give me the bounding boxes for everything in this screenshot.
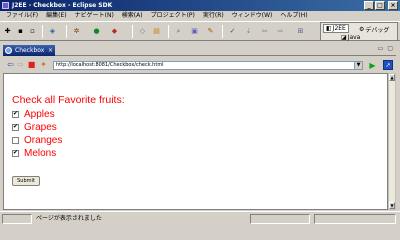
next-annotation-icon[interactable]: ⇣ (244, 27, 253, 36)
java-perspective-icon: ◪ (341, 34, 347, 41)
run-icon[interactable]: ● (92, 27, 101, 36)
status-cell-mid (250, 214, 310, 224)
refresh-icon[interactable]: ✦ (39, 60, 48, 69)
go-icon[interactable]: ▶ (368, 61, 377, 70)
checkbox-grapes[interactable] (12, 123, 19, 131)
checkbox-apples[interactable] (12, 110, 19, 118)
checkbox-melons[interactable] (12, 149, 19, 157)
debug-icon[interactable]: ✲ (72, 27, 81, 36)
perspective-debug[interactable]: ⚙ デバッグ (359, 25, 389, 34)
label-grapes: Grapes (24, 122, 57, 133)
page-heading: Check all Favorite fruits: (12, 94, 125, 106)
browser-nav-bar: ⇦ ⇨ ■ ✦ http://localhost:8081/Checkbox/c… (3, 57, 396, 73)
url-dropdown-icon[interactable]: ▼ (354, 62, 362, 69)
external-tools-icon[interactable]: ◆ (110, 27, 119, 36)
menubar: ファイル(F) 編集(E) ナビゲート(N) 検索(A) プロジェクト(P) 実… (0, 11, 400, 21)
menu-navigate[interactable]: ナビゲート(N) (71, 11, 118, 21)
label-oranges: Oranges (24, 135, 63, 146)
back-icon[interactable]: ⇦ (260, 27, 269, 36)
minimize-view-icon[interactable]: ▭ (378, 45, 384, 52)
status-bar: ページが表示されました (0, 211, 400, 225)
content-scrollbar[interactable]: ▲ ▼ (388, 73, 396, 210)
perspective-j2ee[interactable]: ◧ J2EE (323, 24, 349, 33)
scroll-up-icon[interactable]: ▲ (389, 74, 395, 81)
fruit-option-oranges: Oranges (12, 135, 62, 146)
open-task-icon[interactable]: ▣ (190, 27, 199, 36)
print-icon[interactable]: ▫ (28, 27, 37, 36)
forward-arrow-icon[interactable]: ⇨ (16, 60, 25, 69)
window-title: J2EE - Checkbox - Eclipse SDK (12, 2, 113, 9)
tab-label: Checkbox (15, 47, 45, 54)
close-button[interactable]: × (388, 1, 398, 10)
stop-icon[interactable]: ■ (27, 60, 36, 69)
browser-content: Check all Favorite fruits: Apples Grapes… (3, 73, 388, 210)
editor-tab-bar: Checkbox × ▭ ▢ (3, 44, 396, 56)
fruit-option-apples: Apples (12, 109, 55, 120)
forward-icon[interactable]: ⇨ (276, 27, 285, 36)
menu-run[interactable]: 実行(R) (199, 11, 228, 21)
edit-icon[interactable]: ✎ (206, 27, 215, 36)
open-external-browser-icon[interactable]: ↗ (383, 60, 393, 70)
open-type-icon[interactable]: ◇ (138, 27, 147, 36)
status-text: ページが表示されました (36, 215, 102, 222)
menu-file[interactable]: ファイル(F) (2, 11, 42, 21)
browser-globe-icon (5, 47, 12, 54)
checkbox-oranges[interactable] (12, 137, 19, 144)
tab-checkbox[interactable]: Checkbox × (3, 45, 55, 56)
perspective-switcher: ◧ J2EE ⚙ デバッグ ◪ Java (320, 22, 398, 41)
scroll-down-icon[interactable]: ▼ (389, 202, 395, 209)
submit-button[interactable]: Submit (12, 176, 40, 186)
window-controls: _ □ × (364, 1, 398, 10)
annotation-icon[interactable]: ✓ (228, 27, 237, 36)
maximize-button[interactable]: □ (375, 1, 385, 10)
eclipse-app-icon (2, 2, 9, 9)
j2ee-icon: ◧ (326, 25, 332, 32)
menu-edit[interactable]: 編集(E) (42, 11, 70, 21)
debug-perspective-icon: ⚙ (359, 26, 365, 33)
save-icon[interactable]: ▪ (16, 27, 25, 36)
back-arrow-icon[interactable]: ⇦ (6, 60, 15, 69)
menu-window[interactable]: ウィンドウ(W) (228, 11, 277, 21)
maximize-view-icon[interactable]: ▢ (387, 45, 393, 52)
fruit-option-melons: Melons (12, 148, 56, 159)
tab-close-icon[interactable]: × (48, 45, 53, 56)
tab-tools: ▭ ▢ (378, 45, 393, 52)
new-folder-icon[interactable]: ▤ (152, 27, 161, 36)
server-icon[interactable]: ◈ (48, 27, 57, 36)
new-icon[interactable]: ✚ (3, 27, 12, 36)
label-melons: Melons (24, 148, 57, 159)
fruit-option-grapes: Grapes (12, 122, 57, 133)
status-cell-right (314, 214, 396, 224)
search-icon[interactable]: ⌕ (174, 27, 183, 36)
url-text: http://localhost:8081/Checkbox/check.htm… (56, 62, 164, 68)
menu-search[interactable]: 検索(A) (118, 11, 147, 21)
url-input[interactable]: http://localhost:8081/Checkbox/check.htm… (53, 61, 363, 70)
label-apples: Apples (24, 109, 55, 120)
window-titlebar: J2EE - Checkbox - Eclipse SDK _ □ × (0, 0, 400, 11)
minimize-button[interactable]: _ (364, 1, 374, 10)
menu-project[interactable]: プロジェクト(P) (147, 11, 199, 21)
menu-help[interactable]: ヘルプ(H) (276, 11, 311, 21)
perspective-java[interactable]: ◪ Java (341, 34, 360, 41)
open-perspective-icon[interactable]: ⊞ (296, 27, 305, 36)
status-cell-left (2, 214, 32, 224)
